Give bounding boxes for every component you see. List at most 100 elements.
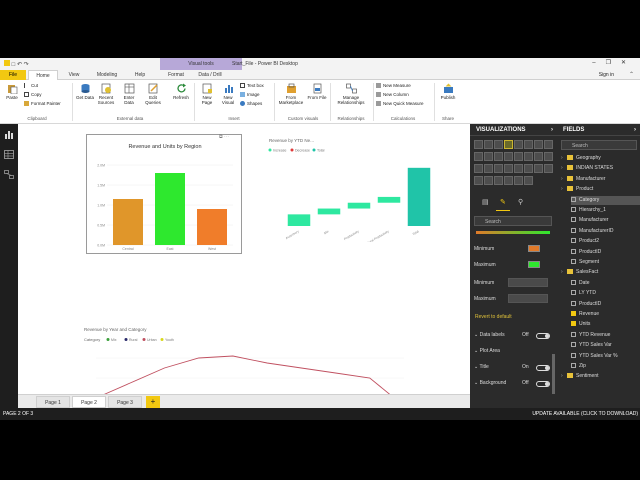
- tab-home[interactable]: Home: [28, 70, 58, 80]
- bar-2[interactable]: [197, 209, 227, 245]
- gauge-visual-icon[interactable]: [514, 164, 523, 173]
- recent-sources-button[interactable]: Recent Sources: [96, 83, 116, 105]
- data-labels-toggle[interactable]: [536, 333, 550, 339]
- scatter-visual-icon[interactable]: [524, 152, 533, 161]
- field-table-1[interactable]: › INDIAN STATES: [561, 164, 637, 173]
- bar-1[interactable]: [155, 173, 185, 245]
- 100-column-visual-icon[interactable]: [524, 140, 533, 149]
- get-data-button[interactable]: Get Data: [76, 83, 94, 100]
- globe-visual-icon[interactable]: [514, 176, 523, 185]
- copy-button[interactable]: Copy: [24, 92, 42, 97]
- bar-chart-visual[interactable]: ⧉ ⋯ Revenue and Units by Region 0.0M 0.5M…: [86, 134, 242, 254]
- filled-map-visual-icon[interactable]: [494, 164, 503, 173]
- update-available-link[interactable]: UPDATE AVAILABLE (CLICK TO DOWNLOAD): [532, 408, 638, 420]
- field-item-6[interactable]: Manufacturer: [571, 216, 640, 225]
- tab-file[interactable]: File: [0, 70, 26, 80]
- bar-0[interactable]: [113, 199, 143, 245]
- maximum-value-input[interactable]: [508, 294, 548, 303]
- field-item-14[interactable]: ProductID: [571, 300, 640, 309]
- field-item-8[interactable]: Product2: [571, 237, 640, 246]
- save-icon[interactable]: □: [12, 62, 16, 68]
- minimum-color-swatch[interactable]: [528, 245, 540, 252]
- close-icon[interactable]: ✕: [621, 60, 636, 66]
- field-checkbox[interactable]: [571, 363, 576, 368]
- chevron-right-icon[interactable]: ›: [551, 124, 553, 136]
- line-visual-icon[interactable]: [534, 140, 543, 149]
- focus-mode-icon[interactable]: ⧉: [219, 134, 223, 140]
- chevron-right-icon[interactable]: ›: [634, 124, 636, 136]
- stacked-area-visual-icon[interactable]: [474, 152, 483, 161]
- stacked-bar-visual-icon[interactable]: [474, 140, 483, 149]
- new-visual-button[interactable]: New Visual: [218, 83, 238, 105]
- revert-to-default-link[interactable]: Revert to default: [475, 314, 512, 320]
- image-button[interactable]: Image: [240, 92, 260, 97]
- manage-relationships-button[interactable]: Manage Relationships: [333, 83, 369, 105]
- treemap-visual-icon[interactable]: [474, 164, 483, 173]
- redo-icon[interactable]: ↷: [24, 62, 29, 68]
- r-visual-visual-icon[interactable]: [504, 176, 513, 185]
- analytics-icon[interactable]: ⚲: [518, 198, 523, 208]
- field-checkbox[interactable]: [571, 300, 576, 306]
- field-checkbox[interactable]: [571, 331, 576, 337]
- viz-search-input[interactable]: Search: [474, 216, 552, 226]
- new-column-button[interactable]: New Column: [376, 92, 409, 97]
- waterfall-bar-2[interactable]: [347, 202, 371, 209]
- page-tab-3[interactable]: Page 3: [108, 396, 142, 408]
- report-canvas[interactable]: ⧉ ⋯ Revenue and Units by Region 0.0M 0.5M…: [18, 124, 470, 419]
- field-item-19[interactable]: YTD Sales Var %: [571, 352, 640, 361]
- waterfall-bar-3[interactable]: [377, 196, 401, 203]
- field-item-9[interactable]: ProductID: [571, 248, 640, 257]
- field-item-17[interactable]: YTD Revenue: [571, 331, 640, 340]
- undo-icon[interactable]: ↶: [17, 62, 22, 68]
- title-toggle[interactable]: [536, 365, 550, 371]
- field-item-13[interactable]: LY YTD: [571, 289, 640, 298]
- format-painter-button[interactable]: Format Painter: [24, 101, 61, 106]
- quick-access-toolbar[interactable]: □ ↶ ↷: [4, 60, 29, 68]
- waterfall-bar-0[interactable]: [287, 214, 311, 226]
- kpi-visual-icon[interactable]: [544, 164, 553, 173]
- visual-type-gallery[interactable]: [474, 140, 554, 188]
- text-box-button[interactable]: Text box: [240, 83, 264, 88]
- new-quick-measure-button[interactable]: New Quick Measure: [376, 101, 424, 106]
- field-checkbox[interactable]: [571, 217, 576, 223]
- pie-visual-icon[interactable]: [534, 152, 543, 161]
- field-checkbox[interactable]: [571, 238, 576, 244]
- field-checkbox[interactable]: [571, 321, 576, 327]
- donut-visual-icon[interactable]: [544, 152, 553, 161]
- matrix-visual-icon[interactable]: [494, 176, 503, 185]
- field-checkbox[interactable]: [571, 227, 576, 233]
- field-table-3[interactable]: › Product: [561, 185, 637, 194]
- area-visual-icon[interactable]: [544, 140, 553, 149]
- from-marketplace-button[interactable]: From Marketplace: [276, 83, 306, 105]
- ribbon-collapse-icon[interactable]: ⌃: [629, 71, 634, 78]
- more-options-icon[interactable]: ⋯: [224, 134, 229, 140]
- line-stacked-column-visual-icon[interactable]: [494, 152, 503, 161]
- restore-icon[interactable]: ❐: [606, 60, 621, 66]
- shapes-button[interactable]: Shapes: [240, 101, 262, 106]
- field-checkbox[interactable]: [571, 279, 576, 285]
- field-item-16[interactable]: Units: [571, 320, 640, 329]
- paste-button[interactable]: Paste: [3, 83, 21, 100]
- field-table-0[interactable]: › Geography: [561, 154, 637, 163]
- funnel-visual-icon[interactable]: [504, 164, 513, 173]
- tab-data-drill[interactable]: Data / Drill: [193, 70, 227, 80]
- from-file-button[interactable]: From File: [307, 83, 327, 100]
- fields-search-input[interactable]: Search: [561, 140, 637, 150]
- more-visual-icon[interactable]: [524, 176, 533, 185]
- field-checkbox[interactable]: [571, 207, 576, 212]
- refresh-button[interactable]: Refresh: [170, 83, 192, 100]
- field-item-7[interactable]: ManufacturerID: [571, 227, 640, 236]
- field-table-2[interactable]: › Manufacturer: [561, 175, 637, 184]
- window-controls[interactable]: –❐✕: [592, 59, 636, 66]
- field-item-4[interactable]: Category: [571, 195, 640, 205]
- tab-format[interactable]: Format: [162, 70, 190, 80]
- background-section[interactable]: ⌄ Background: [474, 380, 506, 386]
- table-visual-icon[interactable]: [484, 176, 493, 185]
- add-page-button[interactable]: +: [146, 396, 160, 408]
- new-page-button[interactable]: New Page: [197, 83, 217, 105]
- background-toggle[interactable]: [536, 381, 550, 387]
- field-table-11[interactable]: › SalesFact: [561, 268, 637, 277]
- tab-view[interactable]: View: [62, 70, 86, 80]
- viz-pane-scrollbar[interactable]: [552, 354, 555, 394]
- cut-button[interactable]: Cut: [24, 83, 38, 88]
